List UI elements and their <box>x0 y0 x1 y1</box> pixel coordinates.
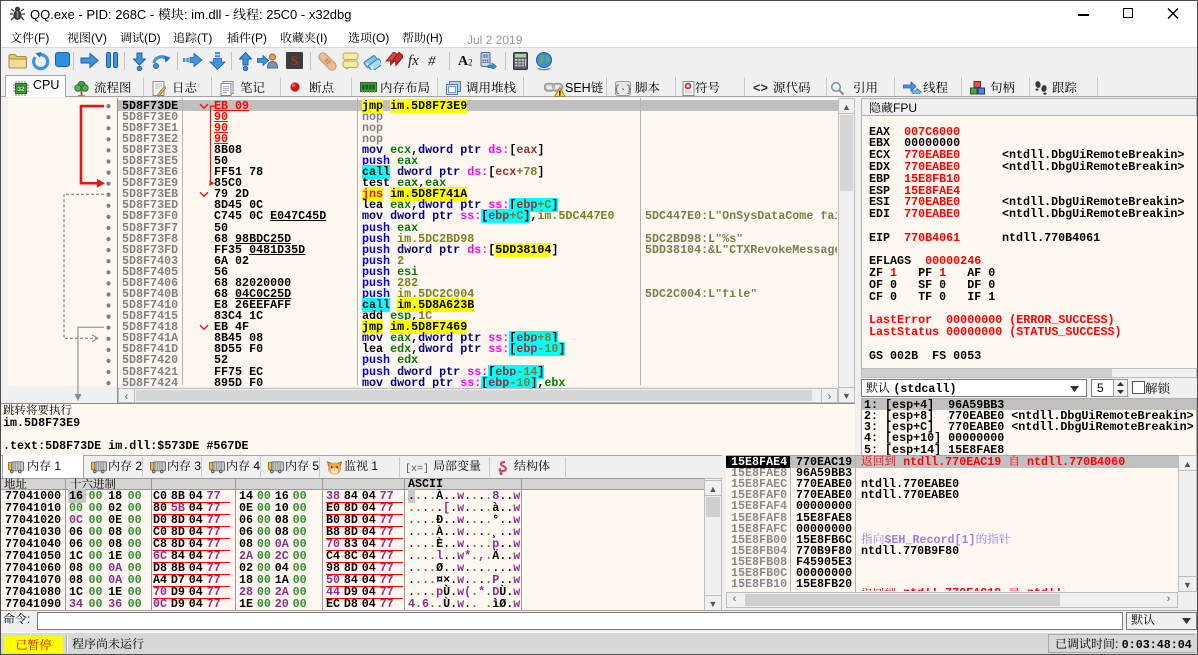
svg-text:2: 2 <box>468 58 473 68</box>
svg-text:32: 32 <box>17 86 25 93</box>
svg-text:fx: fx <box>408 53 419 68</box>
svg-text:S: S <box>291 53 298 68</box>
svg-text:#: # <box>428 54 436 69</box>
svg-text:[x=]: [x=] <box>405 463 429 473</box>
svg-text:<>: <> <box>753 82 768 94</box>
svg-text:{·}: {·} <box>615 84 631 96</box>
